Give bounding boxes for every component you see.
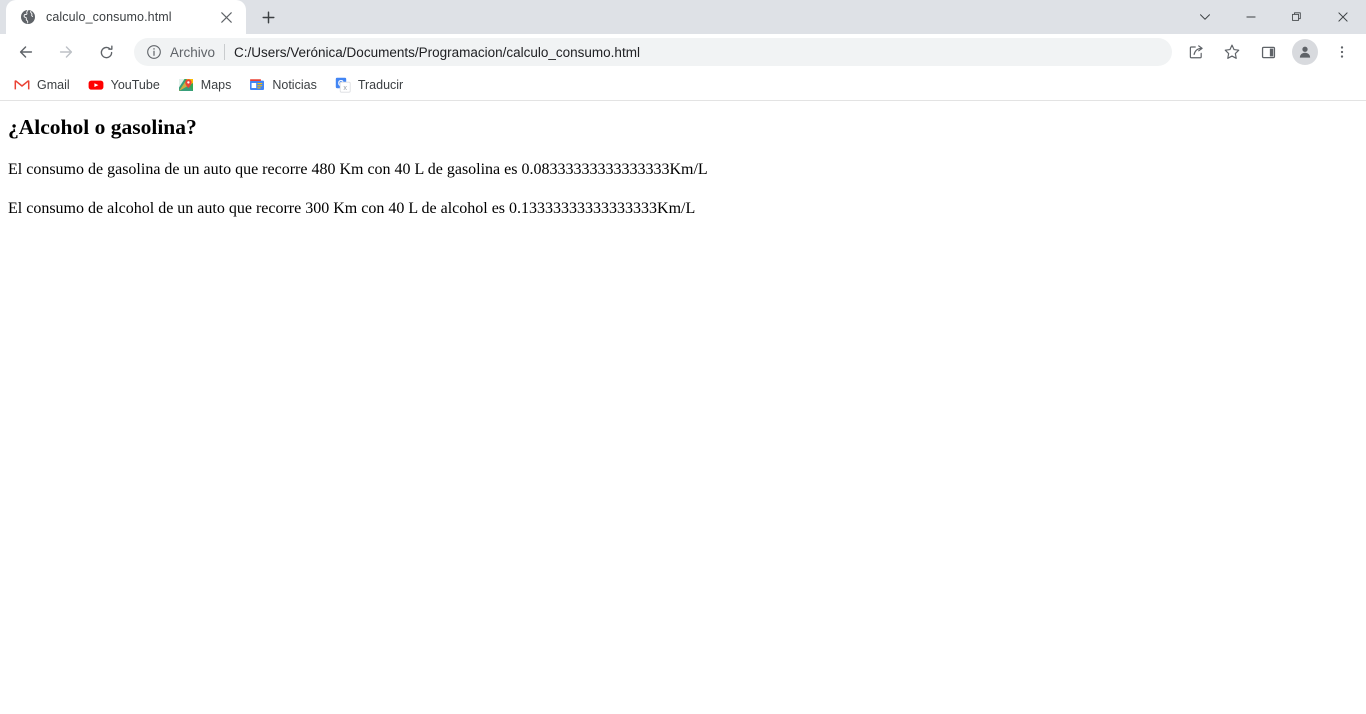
- minimize-icon: [1246, 16, 1256, 18]
- bookmark-noticias[interactable]: Noticias: [241, 73, 324, 97]
- back-button[interactable]: [11, 37, 41, 67]
- omnibox-divider: [224, 44, 226, 60]
- close-window-icon: [1338, 12, 1348, 22]
- svg-text:x: x: [343, 83, 347, 92]
- bookmark-gmail[interactable]: Gmail: [6, 73, 78, 97]
- profile-avatar-icon: [1299, 46, 1311, 58]
- gasoline-result-paragraph: El consumo de gasolina de un auto que re…: [8, 160, 708, 178]
- url-text: C:/Users/Verónica/Documents/Programacion…: [234, 44, 640, 60]
- bookmark-label: Noticias: [272, 78, 317, 92]
- bookmark-label: YouTube: [110, 78, 160, 92]
- browser-menu-button[interactable]: [1328, 38, 1356, 66]
- minimize-button[interactable]: [1228, 0, 1274, 34]
- star-icon: [1224, 44, 1240, 59]
- bookmark-label: Gmail: [37, 78, 70, 92]
- side-panel-icon: [1261, 46, 1275, 58]
- reload-icon: [100, 45, 113, 58]
- bookmark-maps[interactable]: Maps: [170, 73, 240, 97]
- share-icon: [1189, 44, 1203, 58]
- share-button[interactable]: [1182, 38, 1210, 66]
- browser-tab[interactable]: calculo_consumo.html: [6, 0, 246, 34]
- bookmark-label: Maps: [200, 78, 232, 92]
- page-title: ¿Alcohol o gasolina?: [8, 115, 197, 139]
- new-tab-button[interactable]: [254, 3, 282, 31]
- news-icon: [249, 77, 265, 93]
- browser-toolbar: Archivo C:/Users/Verónica/Documents/Prog…: [0, 34, 1366, 70]
- url-scheme-label: Archivo: [170, 44, 216, 60]
- translate-icon: G x: [335, 77, 351, 93]
- address-bar[interactable]: Archivo C:/Users/Verónica/Documents/Prog…: [134, 38, 1172, 66]
- tab-strip: calculo_consumo.html: [0, 0, 1366, 34]
- tab-search-button[interactable]: [1182, 0, 1228, 34]
- bookmarks-bar: Gmail YouTube Maps Noticias x Traducir: [0, 70, 1366, 101]
- close-icon[interactable]: [216, 7, 236, 27]
- tab-title: calculo_consumo.html: [46, 10, 172, 24]
- side-panel-button[interactable]: [1254, 38, 1282, 66]
- youtube-icon: [88, 77, 104, 93]
- alcohol-result-paragraph: El consumo de alcohol de un auto que rec…: [8, 200, 696, 218]
- bookmark-label: Traducir: [357, 78, 404, 92]
- page-viewport: ¿Alcohol o gasolina? El consumo de gasol…: [0, 101, 1366, 714]
- plus-icon: [261, 10, 275, 24]
- browser-window: calculo_consumo.html Archivo C:/Users/Ve…: [0, 0, 1366, 714]
- gmail-icon: [14, 77, 30, 93]
- reload-button[interactable]: [91, 37, 121, 67]
- arrow-right-icon: [59, 46, 73, 58]
- info-circle-icon[interactable]: [146, 44, 162, 60]
- forward-button[interactable]: [51, 37, 81, 67]
- maps-icon: [178, 77, 194, 93]
- restore-window-icon: [1292, 12, 1301, 21]
- globe-icon: [20, 9, 36, 25]
- window-controls: [1182, 0, 1366, 34]
- maximize-button[interactable]: [1274, 0, 1320, 34]
- profile-button[interactable]: [1292, 39, 1318, 65]
- bookmark-youtube[interactable]: YouTube: [80, 73, 168, 97]
- three-dot-menu-icon: [1340, 46, 1344, 58]
- close-window-button[interactable]: [1320, 0, 1366, 34]
- bookmark-traducir[interactable]: G x Traducir: [327, 73, 411, 97]
- chevron-down-icon: [1200, 14, 1210, 20]
- bookmark-star-button[interactable]: [1218, 38, 1246, 66]
- arrow-left-icon: [19, 46, 33, 58]
